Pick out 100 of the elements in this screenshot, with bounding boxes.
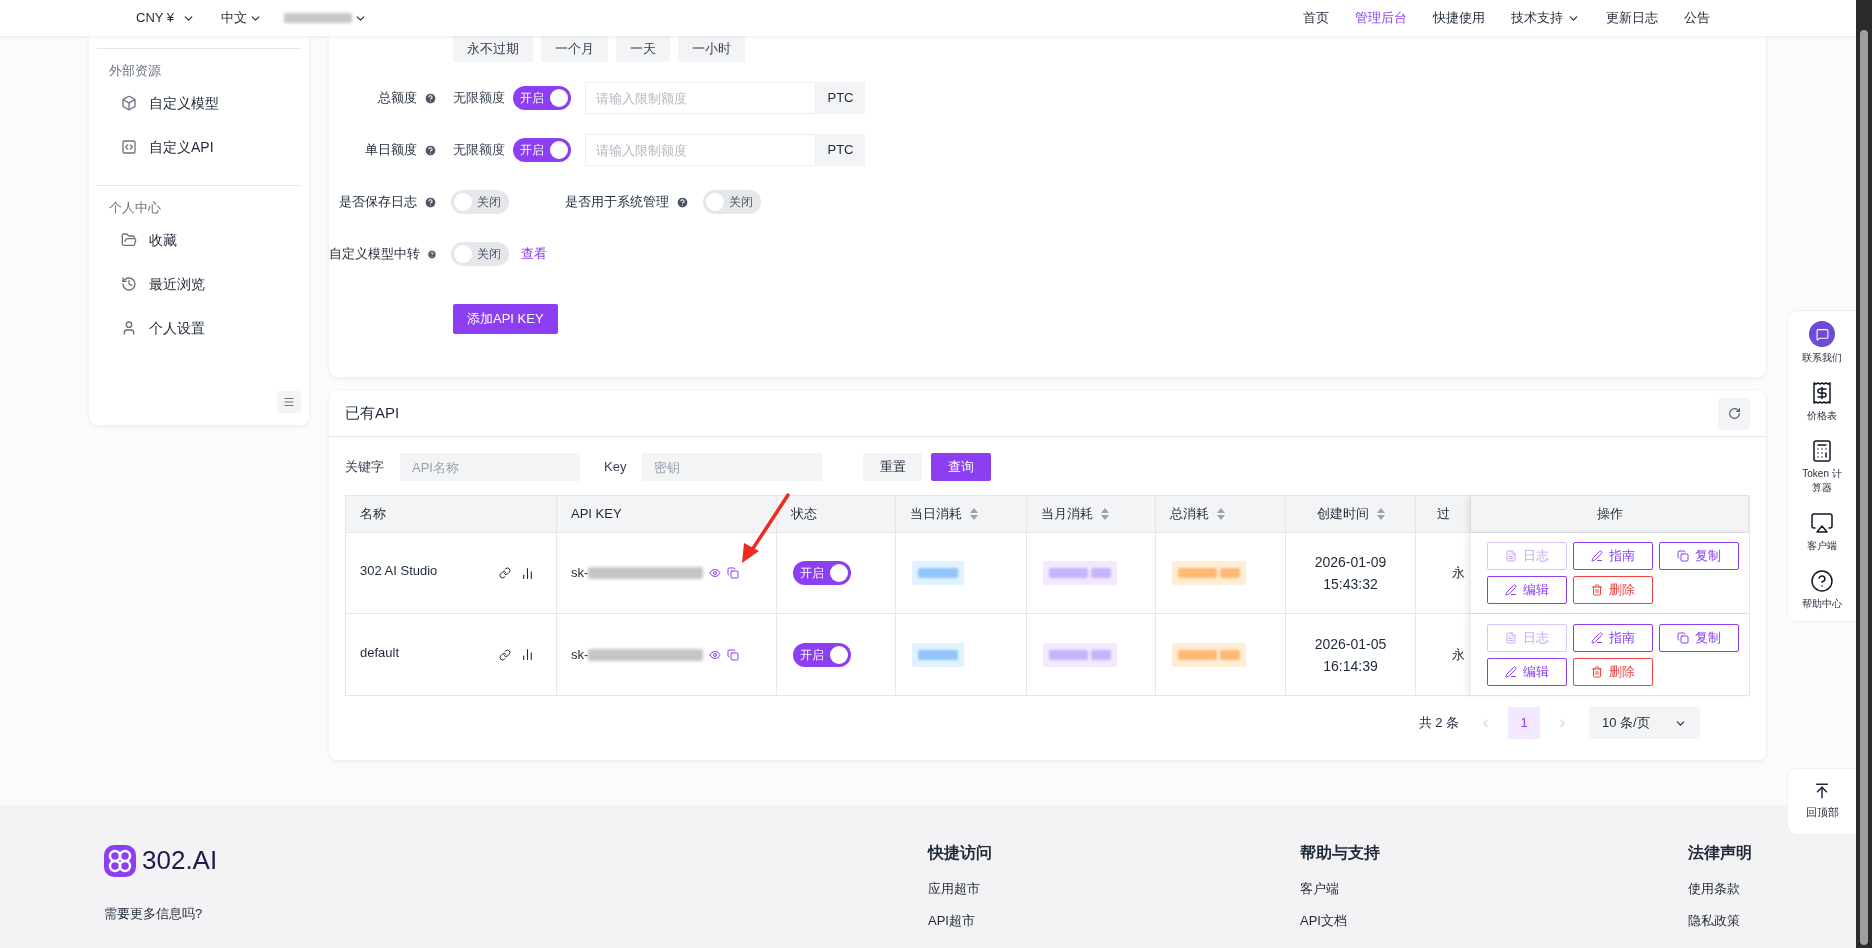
sidebar-item[interactable]: 个人设置 — [97, 306, 301, 350]
toggle-switch[interactable]: 开启 — [793, 561, 851, 585]
footer-link[interactable]: 应用超市 — [928, 879, 1300, 911]
toggle-switch[interactable]: 开启 — [793, 642, 851, 667]
footer-link[interactable]: API文档 — [1300, 911, 1688, 943]
action-button[interactable]: 编辑 — [1487, 576, 1567, 604]
copy-icon[interactable] — [727, 648, 740, 661]
toggle-switch[interactable]: 关闭 — [451, 190, 509, 214]
help-icon — [427, 247, 437, 261]
nav-link[interactable]: 技术支持 — [1511, 8, 1580, 28]
table-cell-text: 302 AI Studio — [360, 562, 439, 581]
nav-link[interactable]: 首页 — [1303, 8, 1329, 28]
back-to-top-button[interactable]: 回顶部 — [1787, 768, 1856, 835]
column-header: API KEY — [571, 505, 622, 524]
sidebar-item[interactable]: 自定义API — [97, 125, 301, 169]
pen-icon — [1591, 550, 1603, 562]
toggle-switch[interactable]: 关闭 — [451, 242, 509, 266]
card-title: 已有API — [345, 403, 400, 424]
tool-button[interactable]: 客户端 — [1792, 511, 1852, 553]
table-cell-text: 2026-01-05 — [1314, 634, 1387, 654]
sort-icon[interactable] — [1217, 508, 1225, 520]
calculator-icon — [1810, 439, 1834, 463]
folder-icon — [121, 232, 137, 248]
copy-icon[interactable] — [727, 567, 740, 579]
field-label: 自定义模型中转 — [329, 245, 420, 264]
arrow — [740, 493, 792, 565]
eye-icon[interactable] — [709, 567, 722, 579]
field-label: 是否用于系统管理 — [565, 193, 669, 212]
help-icon — [676, 195, 689, 209]
table-cell-text: 15:43:32 — [1323, 575, 1378, 594]
action-button[interactable]: 编辑 — [1487, 657, 1567, 686]
action-button[interactable]: 复制 — [1659, 542, 1739, 570]
sort-icon[interactable] — [1101, 508, 1109, 520]
sort-icon[interactable] — [970, 508, 978, 520]
sidebar-item[interactable]: 最近浏览 — [97, 262, 301, 306]
tool-button[interactable]: Token 计算器 — [1792, 439, 1852, 495]
action-button[interactable]: 删除 — [1573, 657, 1653, 686]
pen-icon — [1591, 631, 1603, 644]
receipt-icon — [1810, 381, 1834, 405]
bar-chart-icon[interactable] — [521, 566, 534, 580]
chat-icon — [1809, 321, 1835, 347]
nav-link[interactable]: 快捷使用 — [1433, 8, 1485, 28]
quota-field[interactable]: 请输入限制额度 — [585, 82, 816, 114]
filter-field[interactable]: API名称 — [400, 453, 580, 481]
expiry-option[interactable]: 一小时 — [678, 36, 745, 62]
pen-icon — [1505, 584, 1517, 596]
column-header: 状态 — [791, 505, 817, 524]
brand-name: 302.AI — [142, 844, 218, 877]
help-icon — [424, 143, 437, 157]
link-icon[interactable] — [499, 567, 511, 579]
toggle-switch[interactable]: 开启 — [513, 138, 571, 162]
view-link[interactable]: 查看 — [521, 244, 547, 264]
eye-icon[interactable] — [709, 648, 722, 661]
sort-icon[interactable] — [1376, 508, 1385, 520]
query-button[interactable]: 查询 — [931, 453, 992, 481]
reset-button[interactable]: 重置 — [863, 453, 923, 481]
refresh-button[interactable] — [1718, 397, 1750, 430]
footer-link[interactable]: 客户端 — [1300, 879, 1688, 911]
action-button[interactable]: 指南 — [1573, 623, 1653, 652]
pen-icon — [1505, 665, 1517, 678]
toggle-switch[interactable]: 开启 — [513, 86, 571, 110]
trash-icon — [1591, 584, 1603, 596]
expiry-option[interactable]: 永不过期 — [453, 36, 533, 62]
tool-button[interactable]: 帮助中心 — [1792, 569, 1852, 611]
expiry-option[interactable]: 一天 — [616, 36, 670, 62]
footer-link[interactable]: 隐私政策 — [1688, 911, 1752, 943]
document-icon — [1505, 631, 1517, 644]
footer-link[interactable]: 使用条款 — [1688, 879, 1752, 911]
help-icon — [1810, 569, 1834, 593]
language-selector[interactable]: 中文 — [221, 8, 263, 28]
page-button[interactable]: 1 — [1508, 707, 1540, 739]
footer-link[interactable]: API超市 — [928, 911, 1300, 943]
nav-link[interactable]: 管理后台 — [1355, 8, 1407, 28]
action-button[interactable]: 删除 — [1573, 576, 1653, 604]
page-size-select[interactable]: 10 条/页 — [1589, 707, 1700, 739]
action-button[interactable]: 复制 — [1659, 623, 1739, 652]
nav-link[interactable]: 公告 — [1684, 8, 1710, 28]
tool-button[interactable]: 价格表 — [1792, 381, 1852, 423]
currency-selector[interactable]: CNY ¥ — [136, 8, 196, 28]
collapse-button[interactable] — [277, 391, 301, 413]
bar-chart-icon[interactable] — [521, 648, 534, 661]
field-label: 是否保存日志 — [339, 193, 417, 212]
blurred-value — [912, 561, 964, 585]
section-title: 外部资源 — [108, 62, 162, 80]
quota-field[interactable]: 请输入限制额度 — [585, 134, 816, 166]
action-button[interactable]: 指南 — [1573, 542, 1653, 570]
table-cell-text: default — [360, 643, 401, 662]
add-key-button[interactable]: 添加API KEY — [453, 304, 558, 334]
toggle-switch[interactable]: 关闭 — [703, 190, 761, 214]
sidebar-item[interactable]: 自定义模型 — [97, 81, 301, 125]
column-header: 过 — [1436, 505, 1450, 524]
filter-field[interactable]: 密钥 — [642, 453, 823, 481]
link-icon[interactable] — [499, 648, 511, 661]
tool-button[interactable]: 联系我们 — [1792, 321, 1852, 365]
expiry-option[interactable]: 一个月 — [541, 36, 608, 62]
table-cell-text: sk- — [571, 564, 589, 583]
sidebar-item[interactable]: 收藏 — [97, 218, 301, 262]
column-header: 当月消耗 — [1041, 505, 1093, 524]
field-label: 无限额度 — [453, 89, 505, 108]
nav-link[interactable]: 更新日志 — [1606, 8, 1658, 28]
